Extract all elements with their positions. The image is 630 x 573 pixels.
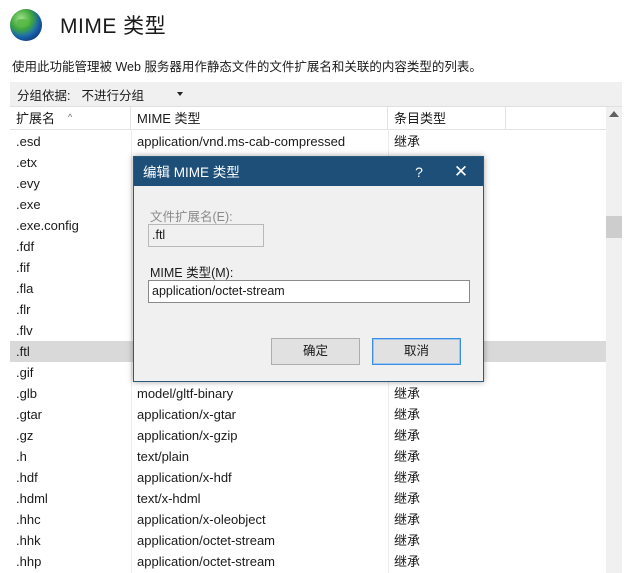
- column-header-extension[interactable]: 扩展名 ^: [10, 107, 131, 129]
- page-header: MIME 类型: [10, 8, 166, 42]
- cell-mime-type: text/x-hdml: [137, 491, 201, 506]
- cancel-button[interactable]: 取消: [372, 338, 461, 365]
- cell-extension: .exe: [16, 197, 41, 212]
- page-description: 使用此功能管理被 Web 服务器用作静态文件的文件扩展名和关联的内容类型的列表。: [12, 60, 482, 74]
- cell-extension: .exe.config: [16, 218, 79, 233]
- column-header-entry-type[interactable]: 条目类型: [388, 107, 506, 129]
- cell-extension: .flv: [16, 323, 33, 338]
- column-header-mime-type[interactable]: MIME 类型: [131, 107, 388, 129]
- cell-extension: .esd: [16, 134, 41, 149]
- cell-entry-type: 继承: [394, 470, 421, 485]
- close-icon[interactable]: ✕: [446, 157, 476, 187]
- page-title: MIME 类型: [60, 15, 167, 38]
- cell-entry-type: 继承: [394, 533, 421, 548]
- cell-entry-type: 继承: [394, 407, 421, 422]
- cell-entry-type: 继承: [394, 491, 421, 506]
- globe-icon: [10, 9, 42, 41]
- cell-mime-type: text/plain: [137, 449, 190, 464]
- cell-extension: .glb: [16, 386, 37, 401]
- group-by-label: 分组依据:: [17, 88, 71, 103]
- cell-mime-type: application/vnd.ms-cab-compressed: [137, 134, 346, 149]
- extension-field: .ftl: [148, 224, 264, 247]
- sort-arrow-icon: ^: [68, 112, 73, 122]
- cell-extension: .fdf: [16, 239, 35, 254]
- cell-extension: .gtar: [16, 407, 43, 422]
- scroll-up-icon[interactable]: [609, 111, 619, 117]
- cell-extension: .hdml: [16, 491, 48, 506]
- table-row[interactable]: .hhp application/octet-stream 继承: [10, 551, 606, 572]
- table-row[interactable]: .esd application/vnd.ms-cab-compressed 继承: [10, 131, 606, 152]
- cell-extension: .ftl: [16, 344, 30, 359]
- cell-entry-type: 继承: [394, 428, 421, 443]
- vertical-scrollbar[interactable]: [606, 107, 622, 573]
- dialog-title: 编辑 MIME 类型: [143, 165, 240, 180]
- cell-mime-type: application/x-gzip: [137, 428, 238, 443]
- group-by-value: 不进行分组: [81, 88, 144, 103]
- table-row[interactable]: .gz application/x-gzip 继承: [10, 425, 606, 446]
- cell-entry-type: 继承: [394, 386, 421, 401]
- table-row[interactable]: .gtar application/x-gtar 继承: [10, 404, 606, 425]
- cell-mime-type: application/octet-stream: [137, 554, 276, 569]
- cell-mime-type: application/x-oleobject: [137, 512, 266, 527]
- table-row[interactable]: .hhk application/octet-stream 继承: [10, 530, 606, 551]
- cell-entry-type: 继承: [394, 134, 421, 149]
- cell-extension: .hdf: [16, 470, 38, 485]
- cell-extension: .flr: [16, 302, 31, 317]
- dialog-titlebar: 编辑 MIME 类型 ? ✕: [134, 157, 483, 186]
- ok-button[interactable]: 确定: [271, 338, 360, 365]
- mime-type-field[interactable]: application/octet-stream: [148, 280, 470, 303]
- table-row[interactable]: .h text/plain 继承: [10, 446, 606, 467]
- extension-label: 文件扩展名(E):: [150, 210, 233, 224]
- scrollbar-thumb[interactable]: [606, 216, 622, 238]
- cell-extension: .hhk: [16, 533, 41, 548]
- edit-mime-dialog: 编辑 MIME 类型 ? ✕ 文件扩展名(E): .ftl MIME 类型(M)…: [133, 156, 484, 382]
- cell-extension: .etx: [16, 155, 37, 170]
- table-row[interactable]: .glb model/gltf-binary 继承: [10, 383, 606, 404]
- cell-entry-type: 继承: [394, 512, 421, 527]
- table-row[interactable]: .hhc application/x-oleobject 继承: [10, 509, 606, 530]
- cell-mime-type: application/x-hdf: [137, 470, 232, 485]
- help-button[interactable]: ?: [404, 157, 434, 188]
- cell-entry-type: 继承: [394, 449, 421, 464]
- cell-mime-type: application/octet-stream: [137, 533, 276, 548]
- cell-mime-type: model/gltf-binary: [137, 386, 234, 401]
- group-by-dropdown[interactable]: 不进行分组: [76, 84, 189, 104]
- cell-extension: .h: [16, 449, 27, 464]
- cell-extension: .hhp: [16, 554, 42, 569]
- cell-mime-type: application/x-gtar: [137, 407, 236, 422]
- cell-extension: .gif: [16, 365, 34, 380]
- table-row[interactable]: .hdf application/x-hdf 继承: [10, 467, 606, 488]
- group-by-bar: 分组依据: 不进行分组: [10, 82, 622, 107]
- cell-extension: .fla: [16, 281, 34, 296]
- cell-extension: .gz: [16, 428, 34, 443]
- cell-extension: .evy: [16, 176, 40, 191]
- cell-extension: .hhc: [16, 512, 41, 527]
- table-row[interactable]: .hdml text/x-hdml 继承: [10, 488, 606, 509]
- mime-type-label: MIME 类型(M):: [150, 266, 234, 280]
- chevron-down-icon[interactable]: [177, 92, 184, 96]
- cell-entry-type: 继承: [394, 554, 421, 569]
- cell-extension: .fif: [16, 260, 30, 275]
- table-header: 扩展名 ^ MIME 类型 条目类型: [10, 107, 606, 130]
